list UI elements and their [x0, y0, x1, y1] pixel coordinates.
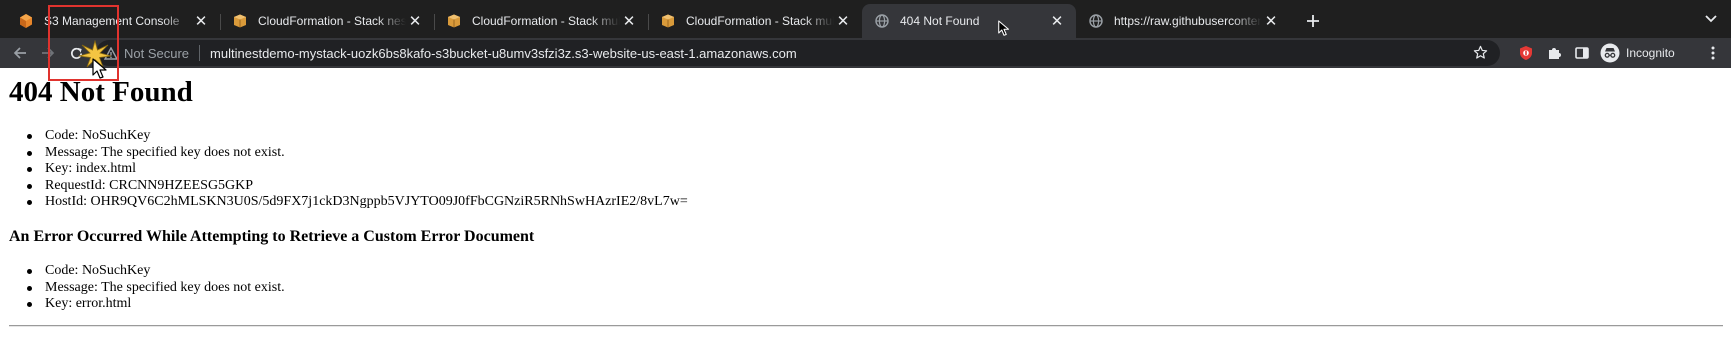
tab-title: 404 Not Found — [900, 14, 980, 28]
chevron-down-icon — [1705, 15, 1717, 23]
new-tab-button[interactable] — [1296, 4, 1330, 38]
globe-icon — [874, 13, 890, 29]
side-panel-icon[interactable] — [1568, 40, 1596, 66]
list-item: Key: error.html — [26, 296, 285, 313]
close-tab-icon[interactable]: ✕ — [1048, 12, 1066, 30]
security-status-label[interactable]: Not Secure — [124, 46, 189, 61]
tab-raw-githubusercontent[interactable]: https://raw.githubusercontent.com ✕ — [1076, 4, 1290, 38]
list-item: Key: index.html — [26, 161, 688, 178]
tab-title: CloudFormation - Stack multinest — [686, 14, 834, 28]
close-tab-icon[interactable]: ✕ — [620, 12, 638, 30]
arrow-left-icon — [13, 47, 26, 59]
tab-404-not-found[interactable]: 404 Not Found ✕ — [862, 4, 1076, 38]
toolbar-actions: Incognito — [1512, 38, 1675, 68]
page-content: 404 Not Found Code: NoSuchKey Message: T… — [0, 68, 1731, 363]
bookmark-star-icon[interactable] — [1473, 45, 1488, 65]
close-tab-icon[interactable]: ✕ — [1262, 12, 1280, 30]
mouse-cursor-icon — [92, 58, 107, 79]
tab-title: CloudFormation - Stack nested — [258, 14, 406, 28]
browser-toolbar: Not Secure multinestdemo-mystack-uozk6bs… — [0, 38, 1731, 68]
extensions-puzzle-icon[interactable] — [1540, 40, 1568, 66]
url-text[interactable]: multinestdemo-mystack-uozk6bs8kafo-s3buc… — [210, 46, 797, 61]
divider — [9, 325, 1723, 327]
section-heading: An Error Occurred While Attempting to Re… — [9, 228, 535, 245]
list-item: Message: The specified key does not exis… — [26, 280, 285, 297]
cloudformation-box-icon — [446, 13, 462, 29]
cloudformation-box-icon — [232, 13, 248, 29]
back-button[interactable] — [6, 40, 34, 66]
tab-search-button[interactable] — [1701, 9, 1721, 29]
mouse-cursor-icon — [998, 20, 1010, 36]
more-vertical-icon — [1711, 46, 1715, 60]
tab-title: https://raw.githubusercontent.com — [1114, 14, 1262, 28]
tab-title: CloudFormation - Stack multinest — [472, 14, 620, 28]
aws-s3-icon — [18, 13, 34, 29]
plus-icon — [1307, 15, 1319, 27]
address-bar[interactable]: Not Secure multinestdemo-mystack-uozk6bs… — [96, 40, 1500, 66]
tab-cloudformation-multinest-2[interactable]: CloudFormation - Stack multinest ✕ — [648, 4, 862, 38]
tab-strip: S3 Management Console ✕ CloudFormation -… — [0, 0, 1731, 38]
close-tab-icon[interactable]: ✕ — [192, 12, 210, 30]
tab-cloudformation-nested[interactable]: CloudFormation - Stack nested ✕ — [220, 4, 434, 38]
list-item: HostId: OHR9QV6C2hMLSKN3U0S/5d9FX7j1ckD3… — [26, 194, 688, 211]
close-tab-icon[interactable]: ✕ — [834, 12, 852, 30]
error-details-list: Code: NoSuchKey Message: The specified k… — [26, 128, 688, 211]
tab-cloudformation-multinest-1[interactable]: CloudFormation - Stack multinest ✕ — [434, 4, 648, 38]
divider — [199, 45, 201, 61]
custom-error-details-list: Code: NoSuchKey Message: The specified k… — [26, 263, 285, 313]
globe-icon — [1088, 13, 1104, 29]
list-item: Message: The specified key does not exis… — [26, 145, 688, 162]
cloudformation-box-icon — [660, 13, 676, 29]
list-item: Code: NoSuchKey — [26, 128, 688, 145]
profile-label: Incognito — [1626, 46, 1675, 60]
extension-shield-icon[interactable] — [1512, 40, 1540, 66]
close-tab-icon[interactable]: ✕ — [406, 12, 424, 30]
incognito-icon — [1600, 43, 1620, 63]
incognito-profile-button[interactable]: Incognito — [1600, 43, 1675, 63]
more-menu-button[interactable] — [1702, 42, 1724, 64]
list-item: Code: NoSuchKey — [26, 263, 285, 280]
list-item: RequestId: CRCNN9HZEESG5GKP — [26, 178, 688, 195]
